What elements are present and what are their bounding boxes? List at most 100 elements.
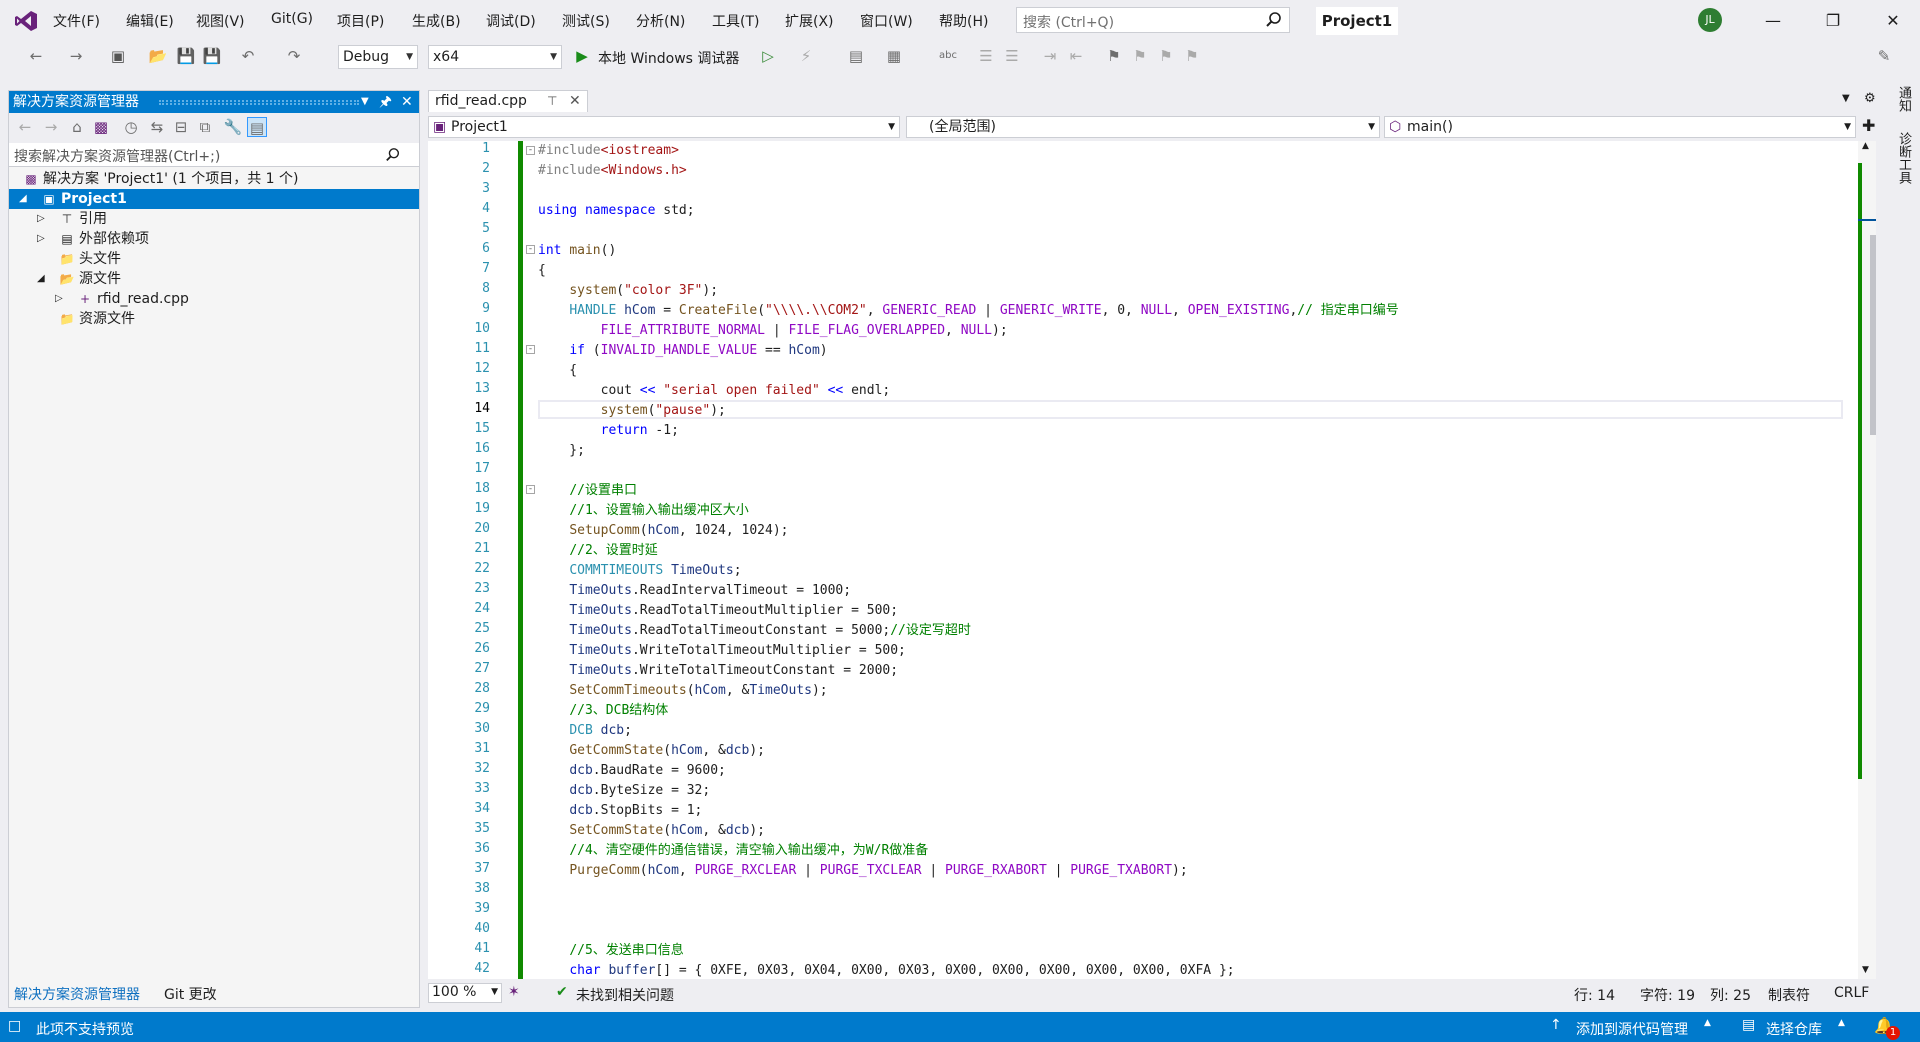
- col-indicator[interactable]: 列: 25: [1710, 985, 1751, 1005]
- zoom-dropdown[interactable]: 100 % ▼: [428, 983, 502, 1003]
- expanded-icon[interactable]: ◢: [37, 269, 45, 289]
- next-bookmark-icon[interactable]: ⚑: [1156, 46, 1176, 66]
- member-nav-dropdown[interactable]: ⬡ main() ▼: [1384, 116, 1856, 138]
- tree-item-resource-files[interactable]: 📁 资源文件: [9, 309, 419, 329]
- pin-icon[interactable]: 🖈: [379, 91, 392, 113]
- eol-indicator[interactable]: CRLF: [1834, 985, 1869, 1001]
- menu-view[interactable]: 视图(V): [196, 11, 245, 31]
- home-icon[interactable]: ⌂: [67, 117, 87, 137]
- back-icon[interactable]: ←: [15, 117, 35, 137]
- preview-selected-icon[interactable]: ▤: [247, 117, 267, 137]
- start-without-debugging-icon[interactable]: ▷: [758, 46, 778, 66]
- line-indicator[interactable]: 行: 14: [1574, 985, 1615, 1005]
- indent-icon[interactable]: ⇥: [1040, 46, 1060, 66]
- save-icon[interactable]: 💾: [176, 46, 196, 66]
- menu-window[interactable]: 窗口(W): [860, 11, 913, 31]
- outdent-icon[interactable]: ⇤: [1066, 46, 1086, 66]
- select-repo-button[interactable]: 选择仓库: [1766, 1019, 1822, 1039]
- vertical-scrollbar[interactable]: ▲ ▼: [1858, 141, 1876, 979]
- menu-test[interactable]: 测试(S): [562, 11, 610, 31]
- menu-analyze[interactable]: 分析(N): [636, 11, 685, 31]
- menu-edit[interactable]: 编辑(E): [126, 11, 174, 31]
- minimize-button[interactable]: —: [1750, 4, 1796, 38]
- project-nav-dropdown[interactable]: ▣ Project1 ▼: [428, 116, 900, 138]
- fold-toggle-icon[interactable]: -: [526, 345, 535, 354]
- hot-reload-icon[interactable]: ⚡: [796, 46, 816, 66]
- menu-extensions[interactable]: 扩展(X): [785, 11, 834, 31]
- feedback-icon[interactable]: ✎: [1874, 46, 1894, 66]
- tree-item-external-deps[interactable]: ▷ ▤ 外部依赖项: [9, 229, 419, 249]
- forward-icon[interactable]: →: [41, 117, 61, 137]
- properties-icon[interactable]: 🔧: [223, 117, 243, 137]
- menu-git[interactable]: Git(G): [271, 11, 313, 27]
- comment-icon[interactable]: ☰: [976, 46, 996, 66]
- scroll-down-icon[interactable]: ▼: [1862, 965, 1869, 975]
- scroll-thumb[interactable]: [1870, 235, 1876, 435]
- start-debugging-icon[interactable]: ▶: [572, 46, 592, 66]
- tree-item-source-files[interactable]: ◢ 📂 源文件: [9, 269, 419, 289]
- expanded-icon[interactable]: ◢: [19, 189, 27, 209]
- open-folder-icon[interactable]: 📂: [148, 46, 168, 66]
- show-all-files-icon[interactable]: ⧉: [195, 117, 215, 137]
- tab-list-icon[interactable]: ▼: [1842, 93, 1850, 104]
- menu-build[interactable]: 生成(B): [412, 11, 461, 31]
- add-to-source-control-button[interactable]: 添加到源代码管理: [1576, 1019, 1688, 1039]
- scroll-up-icon[interactable]: ▲: [1862, 141, 1869, 151]
- issues-status[interactable]: 未找到相关问题: [576, 985, 674, 1005]
- browse-icon[interactable]: ▤: [846, 46, 866, 66]
- tab-git-changes[interactable]: Git 更改: [164, 984, 217, 1004]
- redo-icon[interactable]: ↷: [284, 46, 304, 66]
- tree-item-references[interactable]: ▷ ⊤ 引用: [9, 209, 419, 229]
- tree-item-project[interactable]: ◢ ▣ Project1: [9, 189, 419, 209]
- menu-project[interactable]: 项目(P): [337, 11, 384, 31]
- tree-item-solution[interactable]: ▩ 解决方案 'Project1' (1 个项目，共 1 个): [9, 169, 419, 189]
- forward-icon[interactable]: →: [66, 46, 86, 66]
- config-dropdown[interactable]: Debug ▼: [338, 45, 418, 69]
- avatar[interactable]: JL: [1698, 8, 1722, 32]
- collapsed-icon[interactable]: ▷: [37, 209, 45, 229]
- save-all-icon[interactable]: 💾: [202, 46, 222, 66]
- pending-changes-icon[interactable]: ◷: [121, 117, 141, 137]
- tabs-indicator[interactable]: 制表符: [1768, 985, 1810, 1005]
- window-position-icon[interactable]: ▼: [361, 91, 369, 113]
- back-icon[interactable]: ←: [26, 46, 46, 66]
- solution-explorer-search-input[interactable]: 搜索解决方案资源管理器(Ctrl+;): [9, 143, 419, 167]
- pin-icon[interactable]: ⊤: [547, 91, 557, 112]
- tree-item-rfid-read-cpp[interactable]: ▷ + rfid_read.cpp: [9, 289, 419, 309]
- prev-bookmark-icon[interactable]: ⚑: [1130, 46, 1150, 66]
- spellcheck-icon[interactable]: abc: [938, 46, 958, 66]
- code-editor[interactable]: 1 2 3 4 5 6 7 8 9 10 11 12 13 14 15 16 17 18 19 20 21 22 23 24 2…: [428, 141, 1858, 979]
- gear-icon[interactable]: ⚙: [1864, 91, 1876, 106]
- fold-toggle-icon[interactable]: -: [526, 485, 535, 494]
- fold-toggle-icon[interactable]: -: [526, 146, 535, 155]
- layout-icon[interactable]: ▦: [884, 46, 904, 66]
- switch-views-icon[interactable]: ▩: [91, 117, 111, 137]
- close-window-button[interactable]: ✕: [1870, 4, 1916, 38]
- search-input[interactable]: 搜索 (Ctrl+Q): [1016, 7, 1290, 33]
- notifications-tab[interactable]: 通知: [1894, 86, 1913, 112]
- close-tab-icon[interactable]: ✕: [569, 91, 581, 112]
- menu-debug[interactable]: 调试(D): [486, 11, 536, 31]
- scope-nav-dropdown[interactable]: (全局范围) ▼: [906, 116, 1380, 138]
- drag-handle[interactable]: [159, 100, 359, 105]
- tab-rfid-read-cpp[interactable]: rfid_read.cpp ⊤ ✕: [428, 90, 588, 112]
- tree-item-header-files[interactable]: 📁 头文件: [9, 249, 419, 269]
- platform-dropdown[interactable]: x64 ▼: [428, 45, 562, 69]
- menu-tools[interactable]: 工具(T): [712, 11, 759, 31]
- undo-icon[interactable]: ↶: [238, 46, 258, 66]
- sync-icon[interactable]: ⇆: [147, 117, 167, 137]
- restore-button[interactable]: ❐: [1810, 4, 1856, 38]
- intellicode-icon[interactable]: ✶: [508, 984, 520, 1000]
- collapsed-icon[interactable]: ▷: [55, 289, 63, 309]
- clear-bookmarks-icon[interactable]: ⚑: [1182, 46, 1202, 66]
- tab-solution-explorer[interactable]: 解决方案资源管理器: [14, 984, 140, 1004]
- menu-help[interactable]: 帮助(H): [939, 11, 988, 31]
- close-panel-icon[interactable]: ✕: [401, 91, 413, 113]
- fold-toggle-icon[interactable]: -: [526, 245, 535, 254]
- split-icon[interactable]: ✚: [1862, 116, 1875, 135]
- diagnostic-tools-tab[interactable]: 诊断工具: [1894, 132, 1913, 184]
- uncomment-icon[interactable]: ☰: [1002, 46, 1022, 66]
- menu-file[interactable]: 文件(F): [53, 11, 100, 31]
- bookmark-icon[interactable]: ⚑: [1104, 46, 1124, 66]
- char-indicator[interactable]: 字符: 19: [1640, 985, 1695, 1005]
